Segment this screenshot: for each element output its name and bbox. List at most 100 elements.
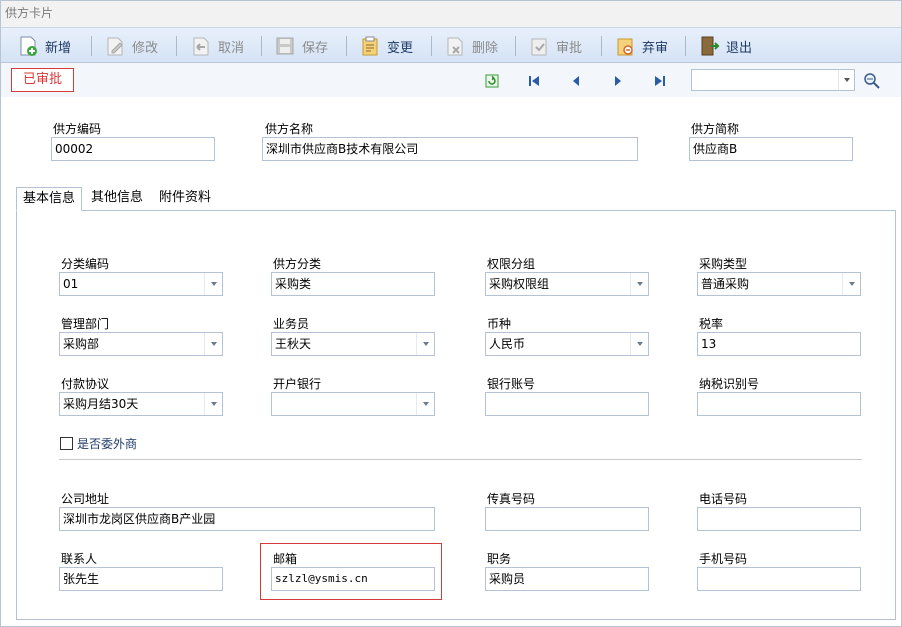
permission-group-select[interactable]: 采购权限组 <box>485 272 649 296</box>
outsource-checkbox[interactable] <box>60 437 73 450</box>
purchase-type-select[interactable]: 普通采购 <box>697 272 861 296</box>
chevron-down-icon[interactable] <box>204 333 222 355</box>
floppy-disk-icon <box>274 35 296 57</box>
payment-terms-select[interactable]: 采购月结30天 <box>59 392 223 416</box>
edit-button[interactable]: 修改 <box>104 32 158 60</box>
category-code-value: 01 <box>63 277 79 291</box>
toolbar-separator <box>601 36 602 56</box>
save-label: 保存 <box>302 40 329 56</box>
tab-attachments[interactable]: 附件资料 <box>153 187 217 211</box>
payment-terms-value: 采购月结30天 <box>63 397 139 411</box>
contact-label: 联系人 <box>61 552 98 566</box>
record-navigation-bar: 已审批 <box>1 63 901 97</box>
toolbar: 新增 修改 取消 保存 变更 删除 审批 弃审 退出 <box>1 27 901 63</box>
email-field[interactable]: szlzl@ysmis.cn <box>271 567 435 591</box>
bank-account-field[interactable] <box>485 392 649 416</box>
tax-rate-field[interactable]: 13 <box>697 332 861 356</box>
chevron-down-icon[interactable] <box>842 273 860 295</box>
previous-record-icon[interactable] <box>568 73 584 89</box>
outsource-label: 是否委外商 <box>77 437 138 451</box>
category-code-label: 分类编码 <box>61 257 110 271</box>
tax-rate-label: 税率 <box>699 317 724 331</box>
phone-label: 电话号码 <box>699 492 748 506</box>
currency-label: 币种 <box>487 317 512 331</box>
payment-terms-label: 付款协议 <box>61 377 110 391</box>
toolbar-separator <box>431 36 432 56</box>
tax-id-field[interactable] <box>697 392 861 416</box>
delete-document-icon <box>444 35 466 57</box>
delete-label: 删除 <box>472 40 499 56</box>
cancel-button[interactable]: 取消 <box>190 32 244 60</box>
change-button[interactable]: 变更 <box>359 32 413 60</box>
search-icon[interactable] <box>863 72 880 89</box>
supplier-category-field[interactable]: 采购类 <box>271 272 435 296</box>
managing-dept-value: 采购部 <box>63 337 100 351</box>
chevron-down-icon[interactable] <box>630 333 648 355</box>
supplier-code-field[interactable]: 00002 <box>51 137 215 161</box>
exit-label: 退出 <box>726 40 753 56</box>
managing-dept-select[interactable]: 采购部 <box>59 332 223 356</box>
chevron-down-icon[interactable] <box>204 273 222 295</box>
tab-other-info[interactable]: 其他信息 <box>85 187 149 211</box>
chevron-down-icon[interactable] <box>838 70 854 90</box>
edit-label: 修改 <box>132 40 159 56</box>
approve-icon <box>528 35 550 57</box>
approve-button[interactable]: 审批 <box>528 32 582 60</box>
undo-icon <box>190 35 212 57</box>
next-record-icon[interactable] <box>610 73 626 89</box>
phone-field[interactable] <box>697 507 861 531</box>
bank-account-label: 银行账号 <box>487 377 536 391</box>
supplier-name-field[interactable]: 深圳市供应商B技术有限公司 <box>262 137 638 161</box>
currency-value: 人民币 <box>489 337 526 351</box>
unapprove-icon <box>614 35 636 57</box>
fax-field[interactable] <box>485 507 649 531</box>
mobile-field[interactable] <box>697 567 861 591</box>
supplier-short-name-field[interactable]: 供应商B <box>689 137 853 161</box>
unapprove-button[interactable]: 弃审 <box>614 32 668 60</box>
new-document-icon <box>17 35 39 57</box>
toolbar-separator <box>176 36 177 56</box>
bank-select[interactable] <box>271 392 435 416</box>
window-title: 供方卡片 <box>1 1 901 27</box>
chevron-down-icon[interactable] <box>416 393 434 415</box>
category-code-select[interactable]: 01 <box>59 272 223 296</box>
permission-group-value: 采购权限组 <box>489 277 550 291</box>
currency-select[interactable]: 人民币 <box>485 332 649 356</box>
approve-label: 审批 <box>556 40 583 56</box>
tab-basic-info[interactable]: 基本信息 <box>16 187 83 211</box>
purchase-type-label: 采购类型 <box>699 257 748 271</box>
cancel-label: 取消 <box>218 40 245 56</box>
save-button[interactable]: 保存 <box>274 32 328 60</box>
last-record-icon[interactable] <box>652 73 668 89</box>
chevron-down-icon[interactable] <box>416 333 434 355</box>
delete-button[interactable]: 删除 <box>444 32 498 60</box>
chevron-down-icon[interactable] <box>204 393 222 415</box>
position-label: 职务 <box>487 552 512 566</box>
managing-dept-label: 管理部门 <box>61 317 110 331</box>
new-label: 新增 <box>45 40 72 56</box>
toolbar-separator <box>346 36 347 56</box>
change-label: 变更 <box>387 40 414 56</box>
new-button[interactable]: 新增 <box>17 32 71 60</box>
company-address-field[interactable]: 深圳市龙岗区供应商B产业园 <box>59 507 435 531</box>
supplier-category-label: 供方分类 <box>273 257 322 271</box>
supplier-card-window: 供方卡片 新增 修改 取消 保存 变更 删除 审批 弃审 退出 已审批 供方编码… <box>0 0 902 627</box>
salesperson-label: 业务员 <box>273 317 310 331</box>
first-record-icon[interactable] <box>526 73 542 89</box>
contact-field[interactable]: 张先生 <box>59 567 223 591</box>
toolbar-separator <box>685 36 686 56</box>
purchase-type-value: 普通采购 <box>701 277 750 291</box>
tax-id-label: 纳税识别号 <box>699 377 760 391</box>
company-address-label: 公司地址 <box>61 492 110 506</box>
permission-group-label: 权限分组 <box>487 257 536 271</box>
exit-button[interactable]: 退出 <box>698 32 752 60</box>
supplier-code-label: 供方编码 <box>53 122 102 136</box>
position-field[interactable]: 采购员 <box>485 567 649 591</box>
salesperson-select[interactable]: 王秋天 <box>271 332 435 356</box>
unapprove-label: 弃审 <box>642 40 669 56</box>
toolbar-separator <box>91 36 92 56</box>
toolbar-separator <box>515 36 516 56</box>
record-search-select[interactable] <box>691 69 855 91</box>
refresh-icon[interactable] <box>484 73 500 89</box>
chevron-down-icon[interactable] <box>630 273 648 295</box>
